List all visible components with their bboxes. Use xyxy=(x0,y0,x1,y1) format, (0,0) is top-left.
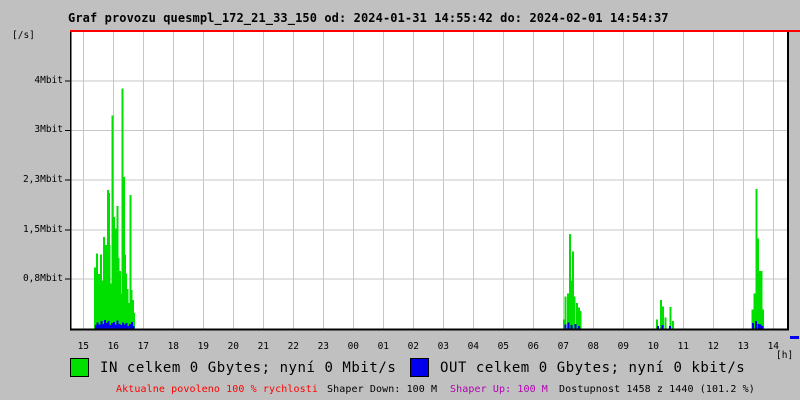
out-traffic-spike xyxy=(661,325,664,329)
in-traffic-spike xyxy=(571,251,574,329)
out-traffic-spike xyxy=(125,323,128,329)
out-traffic-spike xyxy=(102,323,105,329)
x-tick-label: 13 xyxy=(737,341,750,352)
in-traffic-spike xyxy=(664,317,667,329)
status-shaper-up: Shaper Up: 100 M xyxy=(450,384,548,395)
in-traffic-spike xyxy=(579,310,582,329)
x-tick-label: 17 xyxy=(137,341,150,352)
x-tick-label: 10 xyxy=(647,341,660,352)
x-tick-label: 02 xyxy=(407,341,420,352)
out-traffic-spike xyxy=(105,323,108,329)
out-traffic-spike xyxy=(94,325,97,329)
out-traffic-spike xyxy=(116,320,119,329)
x-tick-label: 09 xyxy=(617,341,630,352)
x-tick-label: 14 xyxy=(767,341,780,352)
x-tick-label: 00 xyxy=(347,341,360,352)
in-traffic-spike xyxy=(758,270,761,329)
out-traffic-spike xyxy=(118,323,121,329)
plot-border-right xyxy=(787,31,789,330)
out-traffic-spike xyxy=(570,325,573,329)
out-traffic-spike xyxy=(759,324,762,329)
out-traffic-spike xyxy=(564,324,567,329)
status-shaper-down: Shaper Down: 100 M xyxy=(327,384,438,395)
legend-out-label: OUT celkem 0 Gbytes; nyní 0 kbit/s xyxy=(440,360,746,376)
x-tick-label: 03 xyxy=(437,341,450,352)
y-tick-label: 0,8Mbit xyxy=(22,273,63,285)
x-tick-label: 23 xyxy=(317,341,330,352)
x-tick-label: 12 xyxy=(707,341,720,352)
limit-line xyxy=(70,30,800,32)
out-traffic-spike xyxy=(111,323,114,329)
in-traffic-spike xyxy=(659,299,662,329)
out-traffic-spike xyxy=(121,322,124,329)
x-tick-label: 20 xyxy=(227,341,240,352)
in-traffic-spike xyxy=(97,274,100,329)
in-traffic-spike xyxy=(105,244,108,329)
y-tick-label: 4Mbit xyxy=(34,75,63,87)
y-tick-label: 1,5Mbit xyxy=(22,224,63,235)
out-traffic-spike xyxy=(98,324,101,329)
out-traffic-spike xyxy=(123,324,126,329)
x-tick-label: 11 xyxy=(677,341,690,352)
plot-border-left xyxy=(70,30,72,330)
legend-in-label: IN celkem 0 Gbytes; nyní 0 Mbit/s xyxy=(100,360,397,376)
in-traffic-spike xyxy=(760,270,763,329)
x-tick-label: 05 xyxy=(497,341,510,352)
in-traffic-spike xyxy=(562,319,565,329)
out-traffic-spike xyxy=(100,321,103,329)
out-traffic-spike xyxy=(120,325,123,329)
out-traffic-spike xyxy=(130,321,133,329)
x-tick-label: 08 xyxy=(587,341,600,352)
status-allowed-speed: Aktualne povoleno 100 % rychlosti xyxy=(116,384,318,395)
x-tick-label: 16 xyxy=(107,341,120,352)
y-tick-label: 2,3Mbit xyxy=(22,174,63,186)
out-series-swatch xyxy=(410,358,429,377)
x-tick-label: 18 xyxy=(167,341,180,352)
x-tick-label: 06 xyxy=(527,341,540,352)
out-traffic-spike xyxy=(752,323,755,329)
traffic-graph-window: Graf provozu quesmpl_172_21_33_150 od: 2… xyxy=(0,0,800,400)
traffic-chart xyxy=(65,30,800,339)
in-traffic-spike xyxy=(669,307,672,329)
out-traffic-spike xyxy=(754,321,757,329)
x-tick-label: 21 xyxy=(257,341,270,352)
x-tick-label: 15 xyxy=(77,341,90,352)
out-traffic-spike xyxy=(107,321,110,329)
out-traffic-spike xyxy=(757,323,760,329)
out-traffic-spike xyxy=(574,323,577,329)
x-tick-label: 01 xyxy=(377,341,390,352)
out-traffic-spike xyxy=(129,323,132,329)
status-availability: Dostupnost 1458 z 1440 (101.2 %) xyxy=(559,384,755,395)
x-tick-label: 19 xyxy=(197,341,210,352)
out-traffic-spike xyxy=(114,324,117,329)
in-traffic-spike xyxy=(564,296,567,329)
x-tick-label: 07 xyxy=(557,341,570,352)
in-series-swatch xyxy=(70,358,89,377)
in-traffic-spike xyxy=(96,253,99,329)
x-tick-label: 04 xyxy=(467,341,480,352)
in-traffic-spike xyxy=(94,267,96,329)
out-traffic-spike xyxy=(109,325,112,329)
out-traffic-spike xyxy=(567,322,570,329)
x-tick-label: 22 xyxy=(287,341,300,352)
in-traffic-spike xyxy=(671,321,674,329)
out-traffic-spike xyxy=(96,322,99,329)
out-traffic-spike xyxy=(103,319,106,329)
axis-end-marker xyxy=(790,336,799,339)
out-traffic-spike xyxy=(112,321,115,329)
y-tick-label: 3Mbit xyxy=(34,124,63,136)
plot-border-bottom xyxy=(70,328,789,331)
y-axis-unit-label: [/s] xyxy=(12,30,35,41)
